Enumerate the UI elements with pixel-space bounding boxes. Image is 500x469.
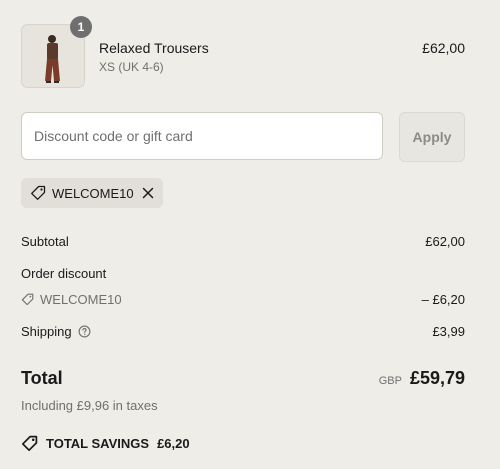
order-discount-row: Order discount (21, 264, 465, 284)
line-item: 1 Relaxed Trousers XS (UK 4-6) £62,00 (21, 16, 465, 88)
question-circle-icon[interactable] (78, 325, 91, 338)
tag-icon (30, 185, 46, 206)
discount-form: Apply (21, 112, 465, 162)
order-summary: 1 Relaxed Trousers XS (UK 4-6) £62,00 Ap… (21, 16, 465, 452)
applied-discount-chip: WELCOME10 (21, 178, 163, 208)
discount-value: – £6,20 (421, 292, 465, 307)
discount-code-label: WELCOME10 (40, 292, 122, 307)
savings-amount: £6,20 (157, 436, 190, 451)
tag-icon (21, 435, 38, 452)
product-name: Relaxed Trousers (99, 40, 209, 56)
currency-code: GBP (378, 375, 402, 387)
applied-code-label: WELCOME10 (52, 186, 134, 201)
savings-label: TOTAL SAVINGS (46, 436, 150, 451)
discount-code-row: WELCOME10 – £6,20 (21, 290, 465, 310)
total-label: Total (21, 368, 63, 388)
total-savings: TOTAL SAVINGS £6,20 (21, 435, 465, 452)
discount-code-input[interactable] (21, 112, 383, 160)
shipping-label: Shipping (21, 324, 72, 339)
apply-button[interactable]: Apply (399, 112, 465, 162)
product-variant: XS (UK 4-6) (99, 60, 164, 74)
total-row: Total GBP £59,79 (21, 366, 465, 394)
subtotal-label: Subtotal (21, 234, 69, 249)
subtotal-value: £62,00 (425, 234, 465, 249)
cost-summary: Subtotal £62,00 Order discount WELCOME10… (21, 232, 465, 452)
close-icon[interactable] (141, 186, 155, 205)
tag-icon (21, 293, 34, 306)
shipping-value: £3,99 (432, 324, 465, 339)
shipping-row: Shipping £3,99 (21, 322, 465, 342)
subtotal-row: Subtotal £62,00 (21, 232, 465, 252)
quantity-badge: 1 (70, 16, 92, 38)
taxes-note: Including £9,96 in taxes (21, 398, 158, 413)
order-discount-label: Order discount (21, 266, 107, 281)
total-amount: £59,79 (409, 368, 465, 388)
product-price: £62,00 (422, 40, 465, 56)
